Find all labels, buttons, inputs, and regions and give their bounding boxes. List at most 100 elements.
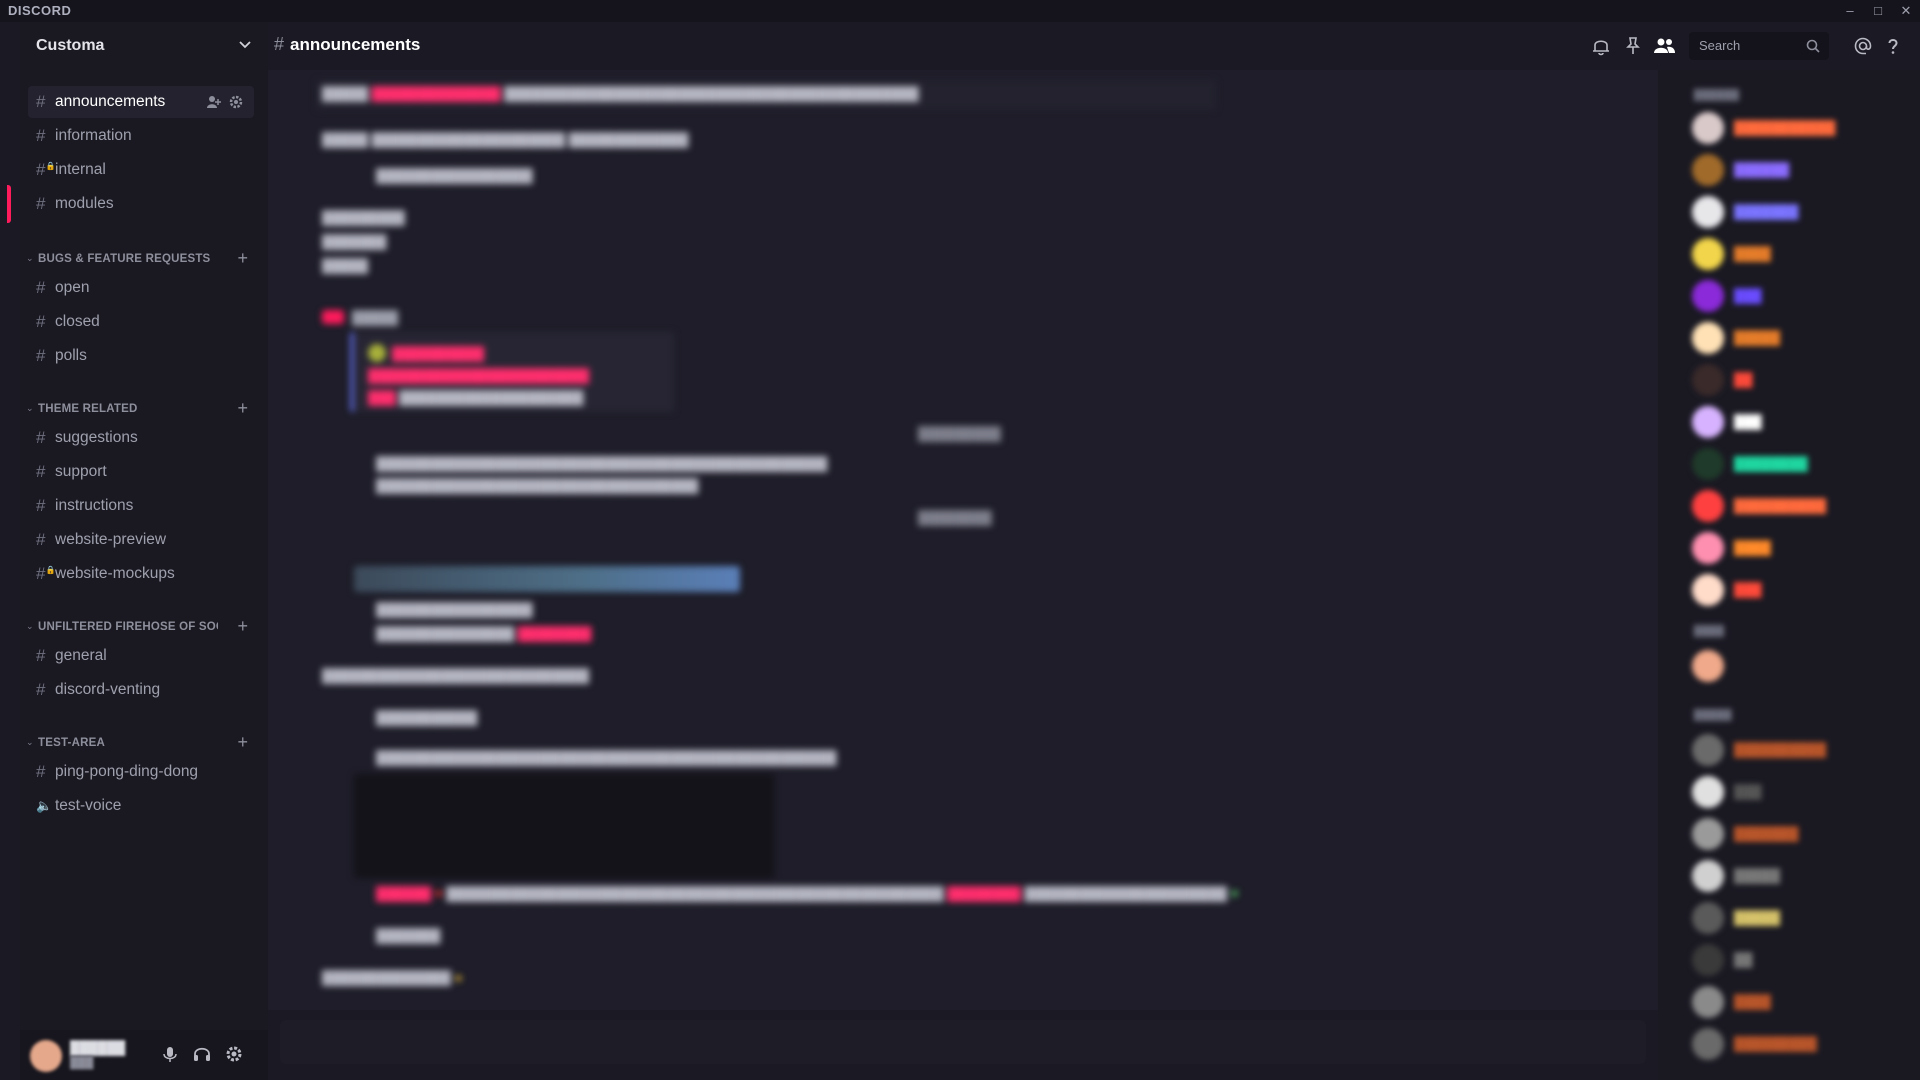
microphone-icon[interactable] (160, 1044, 180, 1064)
channel-label: website-preview (55, 531, 167, 548)
hash-icon: # (36, 496, 46, 515)
channel-label: suggestions (55, 429, 138, 446)
at-icon[interactable] (1852, 35, 1874, 57)
chevron-down-icon: ⌄ (26, 737, 34, 747)
headphones-icon[interactable] (192, 1044, 212, 1064)
message-list[interactable]: █████ ██████████████ ███████████████████… (268, 70, 1658, 1010)
channel-label: website-mockups (55, 565, 175, 582)
channel-internal[interactable]: #🔒 internal (28, 154, 254, 186)
channel-information[interactable]: # information (28, 120, 254, 152)
hash-icon: # (36, 312, 46, 331)
channel-announcements[interactable]: # announcements (28, 86, 254, 118)
channel-general[interactable]: # general (28, 640, 254, 672)
channel-website-preview[interactable]: # website-preview (28, 524, 254, 556)
chevron-down-icon: ⌄ (26, 403, 34, 413)
hash-icon: # (36, 762, 46, 781)
chevron-down-icon: ⌄ (26, 253, 34, 263)
user-panel: ██████ ███ (20, 1030, 268, 1080)
speaker-icon: 🔈 (36, 798, 53, 813)
channel-modules[interactable]: # modules (28, 188, 254, 220)
hash-icon: # (274, 34, 285, 54)
search-icon (1806, 39, 1820, 53)
channel-instructions[interactable]: # instructions (28, 490, 254, 522)
channel-label: instructions (55, 497, 134, 514)
unread-indicator (7, 185, 11, 223)
category-theme-related[interactable]: ⌄ THEME RELATED + (24, 398, 258, 420)
add-channel-icon[interactable]: + (237, 732, 248, 753)
channel-test-voice[interactable]: 🔈 test-voice (28, 790, 254, 822)
add-member-icon[interactable] (206, 94, 222, 110)
search-input[interactable] (1697, 37, 1801, 54)
message-composer (268, 1010, 1658, 1080)
maximize-icon[interactable]: □ (1864, 0, 1892, 22)
message-input[interactable] (294, 1032, 898, 1050)
channel-label: support (55, 463, 107, 480)
hash-icon: # (36, 530, 46, 549)
help-icon[interactable] (1882, 35, 1904, 57)
hash-icon: # (36, 278, 46, 297)
channel-label: information (55, 127, 132, 144)
app-brand: DISCORD (8, 3, 72, 18)
channel-support[interactable]: # support (28, 456, 254, 488)
hash-icon: # (36, 126, 46, 145)
channel-label: internal (55, 161, 106, 178)
channel-label: open (55, 279, 90, 296)
add-channel-icon[interactable]: + (237, 398, 248, 419)
category-bugs-feature-requests[interactable]: ⌄ BUGS & FEATURE REQUESTS + (24, 248, 258, 270)
category-label: TEST-AREA (38, 737, 105, 749)
category-test-area[interactable]: ⌄ TEST-AREA + (24, 732, 258, 754)
channel-label: polls (55, 347, 87, 364)
category-unfiltered-firehose[interactable]: ⌄ UNFILTERED FIREHOSE OF SOC... + (24, 616, 258, 638)
chevron-down-icon: ⌄ (26, 621, 34, 631)
hash-icon: # (36, 92, 46, 111)
server-name: Customa (36, 37, 105, 54)
channel-ping-pong-ding-dong[interactable]: # ping-pong-ding-dong (28, 756, 254, 788)
channel-open[interactable]: # open (28, 272, 254, 304)
blurred-members: ██████ ███████████ ██████ ███████ ████ █… (1658, 70, 1920, 1080)
channel-label: closed (55, 313, 100, 330)
hash-icon: # (36, 646, 46, 665)
hash-icon: # (36, 194, 46, 213)
gear-icon[interactable] (228, 94, 244, 110)
category-label: UNFILTERED FIREHOSE OF SOC... (38, 621, 218, 633)
locked-hash-icon: #🔒 (36, 564, 56, 583)
members-icon[interactable] (1652, 35, 1676, 57)
server-header[interactable]: Customa (20, 22, 268, 70)
channel-sidebar: Customa # announcements # information #🔒… (20, 22, 268, 1080)
settings-gear-icon[interactable] (224, 1044, 244, 1064)
username: ██████ (70, 1040, 126, 1055)
channel-title: announcements (290, 35, 421, 54)
chevron-down-icon (239, 41, 251, 49)
pin-icon[interactable] (1622, 35, 1644, 57)
channel-label: modules (55, 195, 114, 212)
channel-label: test-voice (55, 797, 122, 814)
add-channel-icon[interactable]: + (237, 616, 248, 637)
category-label: BUGS & FEATURE REQUESTS (38, 253, 211, 265)
title-bar: DISCORD – □ ✕ (0, 0, 1920, 22)
hash-icon: # (36, 346, 46, 365)
hash-icon: # (36, 462, 46, 481)
channel-label: discord-venting (55, 681, 161, 698)
channel-polls[interactable]: # polls (28, 340, 254, 372)
minimize-icon[interactable]: – (1836, 0, 1864, 22)
channel-suggestions[interactable]: # suggestions (28, 422, 254, 454)
channel-label: ping-pong-ding-dong (55, 763, 199, 780)
avatar[interactable] (30, 1040, 62, 1072)
search-box[interactable] (1689, 32, 1829, 60)
category-label: THEME RELATED (38, 403, 138, 415)
user-status: ███ (70, 1057, 94, 1069)
hash-icon: # (36, 680, 46, 699)
channel-label: announcements (55, 93, 166, 110)
blurred-messages: █████ ██████████████ ███████████████████… (268, 70, 1658, 1010)
channel-discord-venting[interactable]: # discord-venting (28, 674, 254, 706)
message-input-box[interactable] (280, 1020, 1646, 1064)
channel-label: general (55, 647, 107, 664)
channel-website-mockups[interactable]: #🔒 website-mockups (28, 558, 254, 590)
hash-icon: # (36, 428, 46, 447)
close-icon[interactable]: ✕ (1892, 0, 1920, 22)
channel-closed[interactable]: # closed (28, 306, 254, 338)
bell-icon[interactable] (1590, 35, 1612, 57)
member-list[interactable]: ██████ ███████████ ██████ ███████ ████ █… (1658, 70, 1920, 1080)
chat-header: # announcements (268, 22, 1920, 70)
add-channel-icon[interactable]: + (237, 248, 248, 269)
